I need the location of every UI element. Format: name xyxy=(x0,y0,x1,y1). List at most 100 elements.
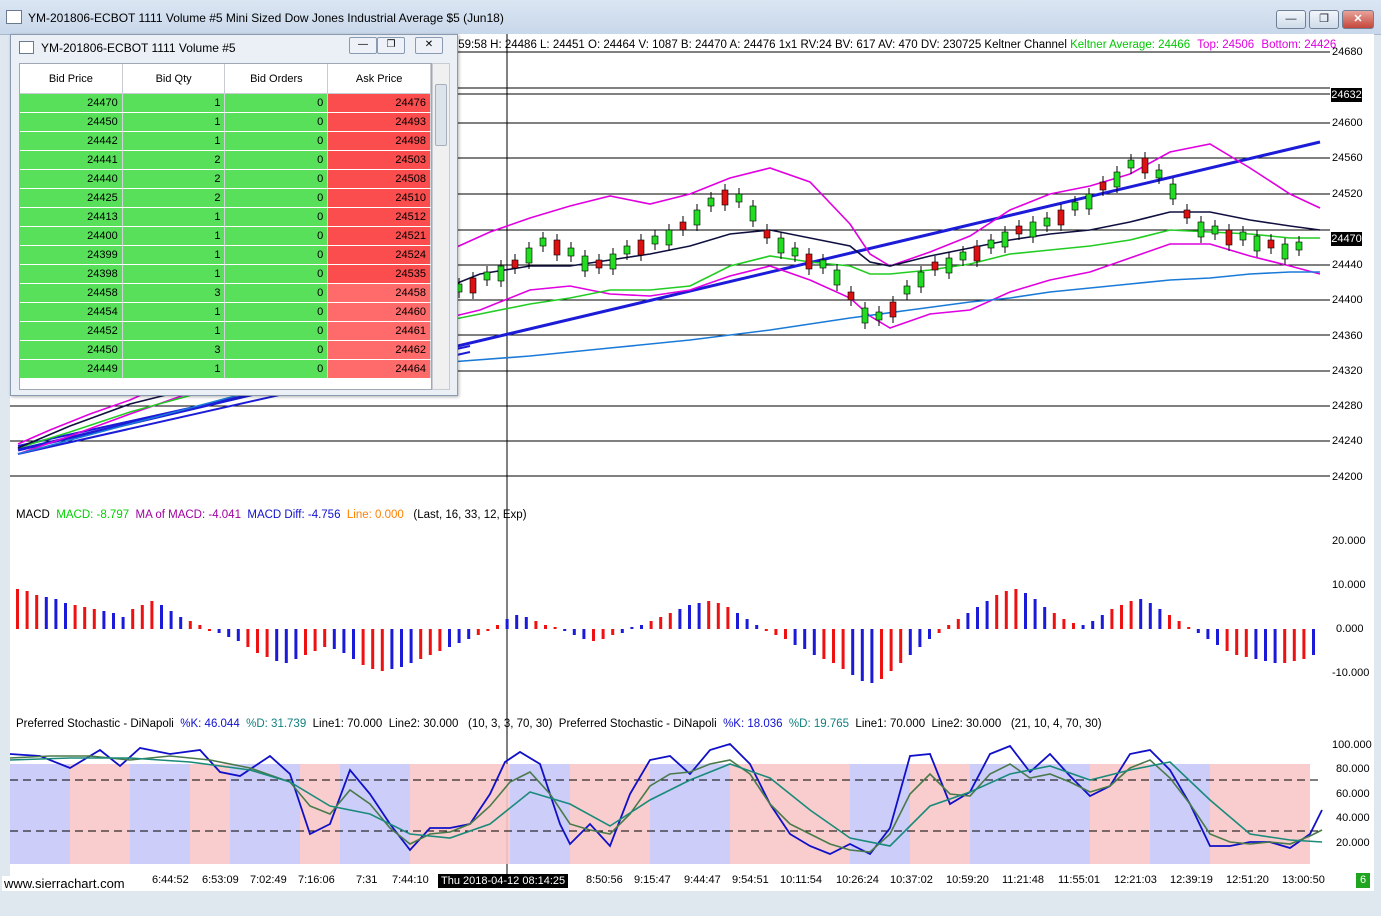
bid-orders-cell[interactable]: 0 xyxy=(224,188,329,208)
bid-orders-cell[interactable]: 0 xyxy=(224,93,329,113)
bid-orders-cell[interactable]: 0 xyxy=(224,283,329,303)
bid-price-cell[interactable]: 24449 xyxy=(20,359,123,379)
ask-price-cell[interactable]: 24476 xyxy=(327,93,431,113)
bid-qty-cell[interactable]: 1 xyxy=(122,245,226,265)
ask-price-cell[interactable]: 24524 xyxy=(327,245,431,265)
table-row[interactable]: 24458 3 0 24458 xyxy=(20,283,431,303)
price-tick: 24200 xyxy=(1332,471,1363,483)
candle-body xyxy=(847,291,855,301)
bid-qty-cell[interactable]: 1 xyxy=(122,264,226,284)
bid-orders-cell[interactable]: 0 xyxy=(224,226,329,246)
bid-price-cell[interactable]: 24458 xyxy=(20,283,123,303)
bid-price-cell[interactable]: 24441 xyxy=(20,150,123,170)
table-row[interactable]: 24450 3 0 24462 xyxy=(20,340,431,360)
dom-close-button[interactable]: ✕ xyxy=(415,37,443,54)
bid-price-cell[interactable]: 24470 xyxy=(20,93,123,113)
ask-price-cell[interactable]: 24464 xyxy=(327,359,431,379)
market-depth-scrollbar[interactable] xyxy=(432,63,450,390)
bid-orders-cell[interactable]: 0 xyxy=(224,264,329,284)
bid-qty-cell[interactable]: 1 xyxy=(122,131,226,151)
table-row[interactable]: 24413 1 0 24512 xyxy=(20,207,431,227)
bid-price-cell[interactable]: 24400 xyxy=(20,226,123,246)
bid-orders-cell[interactable]: 0 xyxy=(224,359,329,379)
bid-qty-cell[interactable]: 3 xyxy=(122,283,226,303)
bid-qty-cell[interactable]: 2 xyxy=(122,169,226,189)
bid-orders-cell[interactable]: 0 xyxy=(224,321,329,341)
market-depth-table[interactable]: Bid Price Bid Qty Bid Orders Ask Price 2… xyxy=(19,63,432,390)
market-depth-window[interactable]: YM-201806-ECBOT 1111 Volume #5 — ❐ ✕ Bid… xyxy=(10,34,458,396)
market-depth-titlebar[interactable]: YM-201806-ECBOT 1111 Volume #5 — ❐ ✕ xyxy=(11,35,457,59)
ask-price-cell[interactable]: 24462 xyxy=(327,340,431,360)
last-price-box: 24470 xyxy=(1331,232,1362,246)
bid-price-cell[interactable]: 24413 xyxy=(20,207,123,227)
macd-bar xyxy=(620,629,624,633)
bid-qty-cell[interactable]: 2 xyxy=(122,150,226,170)
table-row[interactable]: 24450 1 0 24493 xyxy=(20,112,431,132)
bid-price-cell[interactable]: 24425 xyxy=(20,188,123,208)
ask-price-cell[interactable]: 24512 xyxy=(327,207,431,227)
ask-price-cell[interactable]: 24498 xyxy=(327,131,431,151)
minimize-button[interactable]: — xyxy=(1276,10,1306,29)
bid-price-cell[interactable]: 24452 xyxy=(20,321,123,341)
chart-page-badge[interactable]: 6 xyxy=(1356,873,1370,888)
restore-button[interactable]: ❐ xyxy=(1309,10,1339,29)
ask-price-cell[interactable]: 24508 xyxy=(327,169,431,189)
bid-price-cell[interactable]: 24398 xyxy=(20,264,123,284)
column-header-bid-orders[interactable]: Bid Orders xyxy=(224,64,329,94)
ask-price-cell[interactable]: 24510 xyxy=(327,188,431,208)
bid-qty-cell[interactable]: 1 xyxy=(122,93,226,113)
table-row[interactable]: 24454 1 0 24460 xyxy=(20,302,431,322)
ask-price-cell[interactable]: 24461 xyxy=(327,321,431,341)
bid-qty-cell[interactable]: 1 xyxy=(122,302,226,322)
table-row[interactable]: 24399 1 0 24524 xyxy=(20,245,431,265)
dom-minimize-button[interactable]: — xyxy=(349,37,377,54)
table-row[interactable]: 24440 2 0 24508 xyxy=(20,169,431,189)
bid-qty-cell[interactable]: 1 xyxy=(122,112,226,132)
bid-orders-cell[interactable]: 0 xyxy=(224,112,329,132)
bid-price-cell[interactable]: 24442 xyxy=(20,131,123,151)
bid-orders-cell[interactable]: 0 xyxy=(224,245,329,265)
candle-body xyxy=(1239,231,1247,241)
bid-qty-cell[interactable]: 3 xyxy=(122,340,226,360)
bid-price-cell[interactable]: 24454 xyxy=(20,302,123,322)
bid-orders-cell[interactable]: 0 xyxy=(224,302,329,322)
table-row[interactable]: 24452 1 0 24461 xyxy=(20,321,431,341)
ask-price-cell[interactable]: 24458 xyxy=(327,283,431,303)
ask-price-cell[interactable]: 24521 xyxy=(327,226,431,246)
ask-price-cell[interactable]: 24460 xyxy=(327,302,431,322)
table-row[interactable]: 24470 1 0 24476 xyxy=(20,93,431,113)
ask-price-cell[interactable]: 24503 xyxy=(327,150,431,170)
bid-qty-cell[interactable]: 1 xyxy=(122,321,226,341)
table-row[interactable]: 24449 1 0 24464 xyxy=(20,359,431,379)
bid-qty-cell[interactable]: 2 xyxy=(122,188,226,208)
close-button[interactable]: ✕ xyxy=(1342,10,1374,29)
bid-orders-cell[interactable]: 0 xyxy=(224,150,329,170)
scrollbar-thumb[interactable] xyxy=(435,84,447,146)
table-row[interactable]: 24398 1 0 24535 xyxy=(20,264,431,284)
ask-price-cell[interactable]: 24493 xyxy=(327,112,431,132)
candle-body xyxy=(693,209,701,226)
table-row[interactable]: 24400 1 0 24521 xyxy=(20,226,431,246)
bid-qty-cell[interactable]: 1 xyxy=(122,207,226,227)
bid-price-cell[interactable]: 24450 xyxy=(20,112,123,132)
column-header-bid-price[interactable]: Bid Price xyxy=(20,64,123,94)
bid-price-cell[interactable]: 24450 xyxy=(20,340,123,360)
macd-histogram xyxy=(16,589,1315,683)
bid-orders-cell[interactable]: 0 xyxy=(224,169,329,189)
bid-orders-cell[interactable]: 0 xyxy=(224,207,329,227)
column-header-bid-qty[interactable]: Bid Qty xyxy=(122,64,226,94)
bid-price-cell[interactable]: 24399 xyxy=(20,245,123,265)
macd-bar xyxy=(246,629,250,647)
table-row[interactable]: 24442 1 0 24498 xyxy=(20,131,431,151)
window-titlebar[interactable]: YM-201806-ECBOT 1111 Volume #5 Mini Size… xyxy=(0,0,1381,35)
dom-restore-button[interactable]: ❐ xyxy=(377,37,405,54)
table-row[interactable]: 24425 2 0 24510 xyxy=(20,188,431,208)
bid-orders-cell[interactable]: 0 xyxy=(224,340,329,360)
table-row[interactable]: 24441 2 0 24503 xyxy=(20,150,431,170)
column-header-ask-price[interactable]: Ask Price xyxy=(327,64,431,94)
bid-qty-cell[interactable]: 1 xyxy=(122,226,226,246)
ask-price-cell[interactable]: 24535 xyxy=(327,264,431,284)
bid-orders-cell[interactable]: 0 xyxy=(224,131,329,151)
bid-qty-cell[interactable]: 1 xyxy=(122,359,226,379)
bid-price-cell[interactable]: 24440 xyxy=(20,169,123,189)
